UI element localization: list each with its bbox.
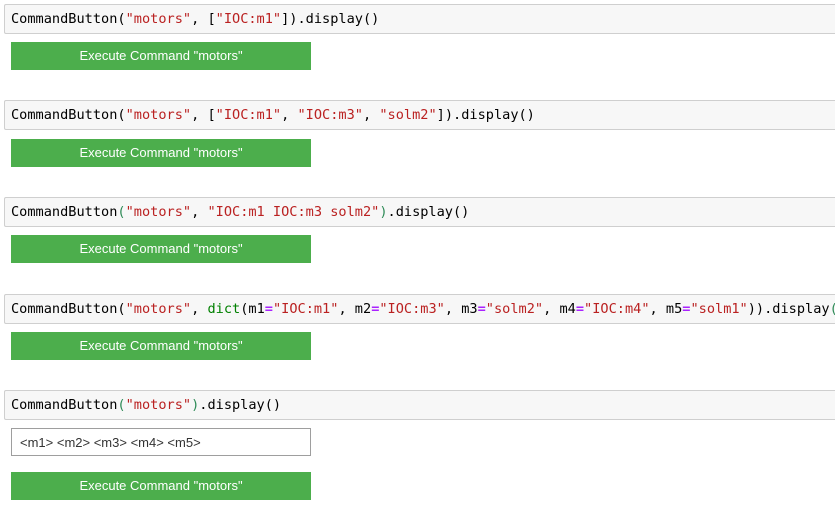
code-token: , (362, 107, 380, 123)
code-token: "solm2" (379, 107, 437, 123)
code-token: "IOC:m1" (215, 11, 282, 27)
code-token: .display() (387, 204, 470, 220)
motor-args-input[interactable] (11, 428, 311, 456)
code-cell-2[interactable]: CommandButton("motors", ["IOC:m1", "IOC:… (4, 100, 835, 130)
code-token: "solm1" (690, 301, 748, 317)
code-token: CommandButton (11, 301, 118, 317)
execute-command-button-5[interactable]: Execute Command "motors" (11, 472, 311, 500)
code-token: "IOC:m3" (297, 107, 363, 123)
code-token: "IOC:m1" (215, 107, 282, 123)
code-token: , (191, 204, 208, 220)
code-token: "motors" (125, 397, 192, 413)
code-token: = (264, 301, 273, 317)
code-token: CommandButton (11, 397, 118, 413)
code-token: , [ (191, 107, 216, 123)
code-token: , m5 (649, 301, 683, 317)
code-token: ( (117, 301, 126, 317)
code-token: , (191, 301, 208, 317)
code-token: "IOC:m1 IOC:m3 solm2" (207, 204, 380, 220)
code-cell-1[interactable]: CommandButton("motors", ["IOC:m1"]).disp… (4, 4, 835, 34)
execute-command-button-2[interactable]: Execute Command "motors" (11, 139, 311, 167)
code-token: , m3 (444, 301, 478, 317)
code-token: "solm2" (485, 301, 544, 317)
execute-command-button-3[interactable]: Execute Command "motors" (11, 235, 311, 263)
code-token: ]).display() (281, 11, 380, 27)
code-token: ( (117, 204, 126, 220)
code-token: , m4 (543, 301, 576, 317)
code-token: "motors" (125, 107, 192, 123)
code-token: CommandButton (11, 107, 118, 123)
code-token: "IOC:m1" (272, 301, 339, 317)
code-token: ( (117, 397, 126, 413)
code-cell-4[interactable]: CommandButton("motors", dict(m1="IOC:m1"… (4, 294, 835, 324)
code-cell-5[interactable]: CommandButton("motors").display() (4, 390, 835, 420)
execute-command-button-4[interactable]: Execute Command "motors" (11, 332, 311, 360)
code-token: ( (117, 11, 126, 27)
code-token: = (575, 301, 585, 317)
code-token: ) (379, 204, 388, 220)
code-token: ( (117, 107, 126, 123)
code-token: "motors" (125, 204, 192, 220)
code-token: () (830, 301, 835, 317)
code-token: CommandButton (11, 204, 118, 220)
code-token: "IOC:m4" (584, 301, 650, 317)
code-token: , (281, 107, 298, 123)
execute-command-button-1[interactable]: Execute Command "motors" (11, 42, 311, 70)
code-token: "motors" (125, 301, 192, 317)
code-token: "IOC:m3" (379, 301, 445, 317)
code-token: , m2 (338, 301, 372, 317)
code-token: ]).display() (436, 107, 535, 123)
code-token: "motors" (125, 11, 192, 27)
code-token: dict (207, 301, 241, 317)
code-token: (m1 (240, 301, 265, 317)
code-token: , [ (191, 11, 216, 27)
code-token: CommandButton (11, 11, 118, 27)
code-cell-3[interactable]: CommandButton("motors", "IOC:m1 IOC:m3 s… (4, 197, 835, 227)
code-token: .display() (199, 397, 282, 413)
code-token: = (477, 301, 486, 317)
code-token: )).display (747, 301, 830, 317)
